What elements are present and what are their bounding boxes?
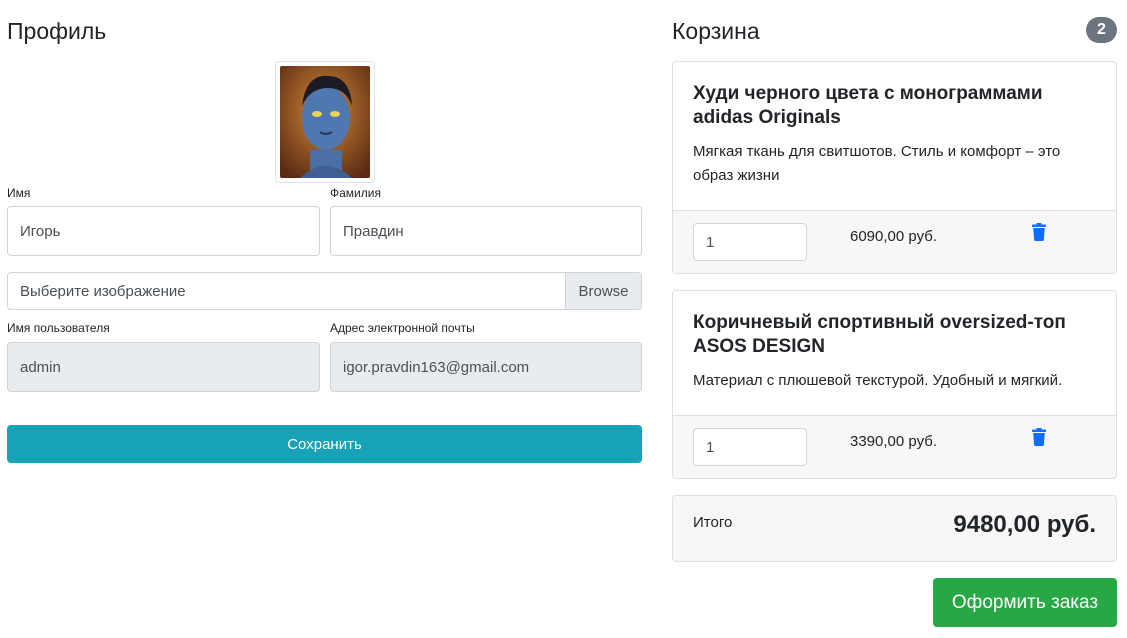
trash-icon[interactable] (1031, 428, 1047, 446)
image-file-input[interactable]: Выберите изображение Browse (7, 272, 642, 310)
cart-item-price: 6090,00 руб. (850, 228, 937, 245)
last-name-input[interactable]: Правдин (330, 206, 642, 256)
cart-item-description: Материал с плюшевой текстурой. Удобный и… (693, 372, 1063, 389)
quantity-input[interactable]: 1 (693, 428, 807, 466)
place-order-button[interactable]: Оформить заказ (933, 578, 1117, 627)
username-input[interactable]: admin (7, 342, 320, 392)
cart-count-badge: 2 (1086, 17, 1117, 43)
avatar (275, 61, 375, 183)
email-label: Адрес электронной почты (330, 321, 475, 335)
first-name-input[interactable]: Игорь (7, 206, 320, 256)
avatar-image (280, 66, 370, 178)
cart-item-footer: 1 6090,00 руб. (673, 210, 1116, 273)
username-label: Имя пользователя (7, 321, 110, 335)
total-label: Итого (693, 514, 733, 531)
cart-item-title: Худи черного цвета с монограммами adidas… (693, 83, 1043, 128)
cart-total: Итого 9480,00 руб. (672, 495, 1117, 562)
trash-icon[interactable] (1031, 223, 1047, 241)
cart-item-footer: 1 3390,00 руб. (673, 415, 1116, 478)
cart-item-price: 3390,00 руб. (850, 433, 937, 450)
quantity-input[interactable]: 1 (693, 223, 807, 261)
cart-item-description: Мягкая ткань для свитшотов. Стиль и комф… (693, 143, 1061, 184)
cart-item: Коричневый спортивный oversized-топ ASOS… (672, 290, 1117, 479)
cart-item-title: Коричневый спортивный oversized-топ ASOS… (693, 312, 1066, 357)
first-name-label: Имя (7, 186, 31, 200)
email-input[interactable]: igor.pravdin163@gmail.com (330, 342, 642, 392)
last-name-label: Фамилия (330, 186, 381, 200)
cart-item: Худи черного цвета с монограммами adidas… (672, 61, 1117, 274)
save-button[interactable]: Сохранить (7, 425, 642, 463)
profile-title: Профиль (7, 18, 107, 44)
browse-button[interactable]: Browse (565, 273, 641, 309)
cart-title: Корзина (672, 18, 760, 44)
total-value: 9480,00 руб. (953, 511, 1096, 538)
file-input-placeholder[interactable]: Выберите изображение (8, 273, 565, 309)
